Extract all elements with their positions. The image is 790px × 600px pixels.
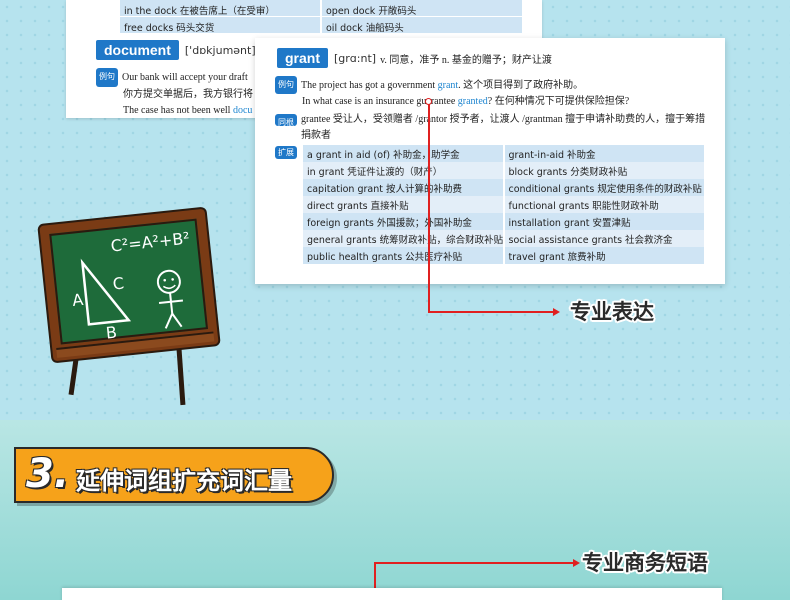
stick-figure-leg bbox=[171, 313, 183, 328]
table-row: in grant 凭证件让渡的（财产） block grants 分类财政补贴 bbox=[303, 162, 706, 179]
table-row: general grants 统筹财政补贴，综合财政补贴 social assis… bbox=[303, 230, 706, 247]
expansion-table: a grant in aid (of) 补助金，助学金 grant-in-aid … bbox=[303, 145, 706, 264]
pronunciation: [grɑ:nt] bbox=[334, 51, 377, 65]
table-cell: oil dock 油船码头 bbox=[322, 17, 522, 33]
label-b: B bbox=[105, 323, 118, 343]
table-cell: social assistance grants 社会救济金 bbox=[504, 230, 704, 247]
table-cell: block grants 分类财政补贴 bbox=[504, 162, 704, 179]
stick-figure-smile bbox=[162, 284, 176, 290]
grant-body: 例句 The project has got a government grant… bbox=[275, 76, 715, 144]
table-cell: direct grants 直接补贴 bbox=[303, 196, 503, 213]
connector-arrow-icon bbox=[573, 559, 580, 567]
highlighted-word: granted bbox=[457, 96, 488, 107]
table-row: public health grants 公共医疗补贴 travel grant … bbox=[303, 247, 706, 264]
section-number: 3. bbox=[26, 451, 70, 497]
table-cell: free docks 码头交货 bbox=[120, 17, 320, 33]
example-text: . 这个项目得到了政府补助。 bbox=[458, 80, 584, 91]
table-row: a grant in aid (of) 补助金，助学金 grant-in-aid … bbox=[303, 145, 706, 162]
section-banner: 3. 延伸词组扩充词汇量 bbox=[14, 447, 334, 503]
related-badge: 同根 bbox=[275, 114, 297, 127]
grant-entry-card: grant [grɑ:nt] v. 同意，准予 n. 基金的赠予；财产让渡 例句… bbox=[255, 38, 725, 284]
related-text: grantee 受让人，受领赠者 /grantor 授予者，让渡人 /grant… bbox=[301, 114, 706, 141]
table-cell: open dock 开敞码头 bbox=[322, 0, 522, 16]
headword-document: document bbox=[96, 40, 179, 60]
example-badge: 例句 bbox=[275, 76, 297, 94]
table-row: in the dock 在被告席上（在受审） open dock 开敞码头 bbox=[120, 0, 524, 17]
highlighted-word: grant bbox=[437, 80, 459, 91]
chalkboard-surface: C²=A²+B² A B C bbox=[49, 218, 209, 345]
table-row: free docks 码头交货 oil dock 油船码头 bbox=[120, 17, 524, 34]
highlighted-word: docu bbox=[232, 105, 253, 116]
stick-figure-leg bbox=[164, 313, 174, 329]
stick-figure-eye bbox=[171, 278, 174, 281]
table-cell: grant-in-aid 补助金 bbox=[504, 145, 704, 162]
table-cell: installation grant 安置津贴 bbox=[504, 213, 704, 230]
connector-line bbox=[428, 311, 554, 313]
example-text: ? 在何种情况下可提供保险担保? bbox=[487, 96, 630, 107]
stick-figure-arms bbox=[158, 299, 184, 304]
related-words: 同根 grantee 受让人，受领赠者 /grantor 授予者，让渡人 /gr… bbox=[275, 112, 715, 144]
example-badge: 例句 bbox=[96, 68, 118, 87]
table-cell: general grants 统筹财政补贴，综合财政补贴 bbox=[303, 230, 503, 247]
table-cell: public health grants 公共医疗补贴 bbox=[303, 247, 503, 264]
table-cell: functional grants 职能性财政补助 bbox=[504, 196, 704, 213]
stick-figure-head bbox=[156, 269, 181, 294]
phrase-table-top: in the dock 在被告席上（在受审） open dock 开敞码头 fr… bbox=[120, 0, 524, 34]
chalkboard-icon: C²=A²+B² A B C bbox=[37, 206, 221, 364]
example-line: In what case is an insurance guarantee g… bbox=[275, 94, 715, 110]
example-line: The case has not been well docu bbox=[96, 103, 253, 120]
example-translation: 你方提交单据后，我方银行将 bbox=[123, 88, 253, 100]
connector-line bbox=[374, 562, 574, 564]
callout-professional-expression: 专业表达 bbox=[570, 300, 654, 324]
example-text: The case has not been well bbox=[123, 105, 233, 116]
pronunciation: ['dɒkjumənt] bbox=[184, 43, 256, 57]
stick-figure-body bbox=[169, 292, 174, 314]
expand-badge: 扩展 bbox=[275, 146, 297, 159]
example-line: Our bank will accept your draft bbox=[122, 72, 248, 83]
stick-figure-eye bbox=[163, 278, 166, 282]
example-text: In what case is an insurance guarantee bbox=[302, 96, 458, 107]
callout-business-phrases: 专业商务短语 bbox=[582, 551, 708, 575]
table-cell: conditional grants 规定使用条件的财政补贴 bbox=[504, 179, 704, 196]
section-title: 延伸词组扩充词汇量 bbox=[76, 467, 292, 495]
chalkboard-drawing: C²=A²+B² A B C bbox=[71, 228, 191, 343]
example-text: The project has got a government bbox=[301, 80, 438, 91]
table-cell: foreign grants 外国援款；外国补助金 bbox=[303, 213, 503, 230]
table-cell: in the dock 在被告席上（在受审） bbox=[120, 0, 320, 16]
document-header: document ['dɒkjumənt] bbox=[96, 40, 256, 60]
table-cell: a grant in aid (of) 补助金，助学金 bbox=[303, 145, 503, 162]
formula-text: C²=A²+B² bbox=[110, 228, 191, 255]
table-cell: capitation grant 按人计算的补助费 bbox=[303, 179, 503, 196]
connector-arrow-icon bbox=[553, 308, 560, 316]
document-examples: 例句 Our bank will accept your draft 你方提交单据… bbox=[96, 68, 253, 120]
example-line: 例句 The project has got a government grant… bbox=[275, 76, 715, 94]
definition: v. 同意，准予 n. 基金的赠予；财产让渡 bbox=[380, 54, 552, 66]
connector-line bbox=[428, 104, 430, 312]
table-cell: in grant 凭证件让渡的（财产） bbox=[303, 162, 503, 179]
label-a: A bbox=[71, 290, 84, 310]
headword-grant: grant bbox=[277, 48, 328, 68]
label-c: C bbox=[112, 274, 125, 294]
table-row: capitation grant 按人计算的补助费 conditional gra… bbox=[303, 179, 706, 196]
table-row: foreign grants 外国援款；外国补助金 installation gr… bbox=[303, 213, 706, 230]
table-cell: travel grant 旅费补助 bbox=[504, 247, 704, 264]
next-entry-card-peek bbox=[62, 588, 722, 600]
table-row: direct grants 直接补贴 functional grants 职能性财… bbox=[303, 196, 706, 213]
grant-header: grant [grɑ:nt] v. 同意，准予 n. 基金的赠予；财产让渡 bbox=[277, 48, 552, 68]
